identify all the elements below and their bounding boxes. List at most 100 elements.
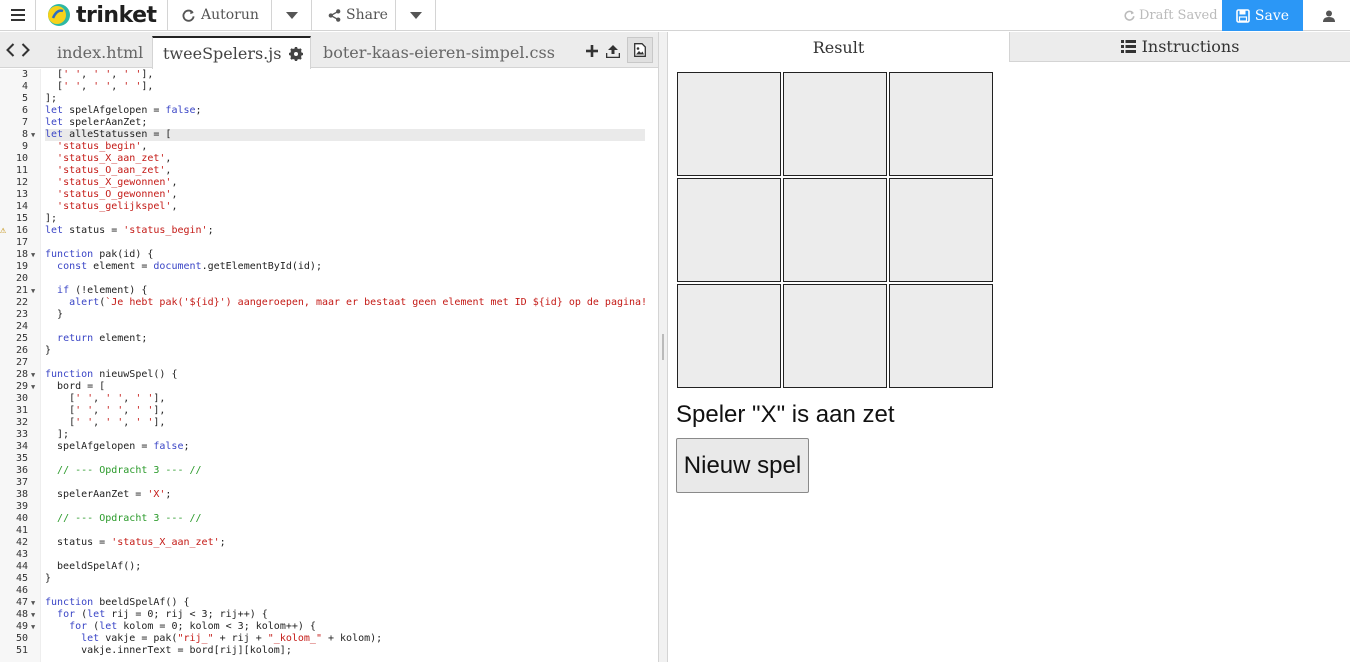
code-line[interactable]: 11 'status_O_aan_zet',: [0, 165, 658, 177]
tab-label: boter-kaas-eieren-simpel.css: [323, 42, 555, 62]
autorun-dropdown[interactable]: [272, 0, 312, 30]
tab-tweespelers-js[interactable]: tweeSpelers.js: [152, 36, 311, 69]
tab-instructions[interactable]: Instructions: [1010, 32, 1350, 62]
code-line[interactable]: 48 ▼ for (let rij = 0; rij < 3; rij++) {: [0, 609, 658, 621]
fold-arrow-icon[interactable]: ▼: [31, 597, 35, 609]
code-line[interactable]: 5];: [0, 93, 658, 105]
tab-index-html[interactable]: index.html: [47, 36, 153, 68]
code-line[interactable]: 38 spelerAanZet = 'X';: [0, 489, 658, 501]
code-line[interactable]: 22 alert(`Je hebt pak('${id}') aangeroep…: [0, 297, 658, 309]
next-file-button[interactable]: [15, 32, 35, 68]
line-number: 39: [15, 501, 28, 512]
board-cell-0-1[interactable]: [783, 72, 887, 176]
code-line[interactable]: 4 [' ', ' ', ' '],: [0, 81, 658, 93]
line-number: 24: [15, 321, 28, 332]
image-library-button[interactable]: [627, 37, 653, 63]
code-line[interactable]: 43: [0, 549, 658, 561]
code-line[interactable]: 15];: [0, 213, 658, 225]
code-line[interactable]: 20: [0, 273, 658, 285]
code-line[interactable]: 14 'status_gelijkspel',: [0, 201, 658, 213]
code-line[interactable]: 51 vakje.innerText = bord[rij][kolom];: [0, 645, 658, 657]
code-line[interactable]: 49 ▼ for (let kolom = 0; kolom < 3; kolom…: [0, 621, 658, 633]
code-line[interactable]: 40 // --- Opdracht 3 --- //: [0, 513, 658, 525]
file-settings-button[interactable]: [289, 46, 303, 65]
tab-result[interactable]: Result: [668, 32, 1010, 62]
autorun-button[interactable]: Autorun: [168, 0, 272, 30]
code-line[interactable]: 32 [' ', ' ', ' '],: [0, 417, 658, 429]
code-text: // --- Opdracht 3 --- //: [57, 465, 202, 476]
fold-arrow-icon[interactable]: ▼: [31, 381, 35, 393]
user-icon: [1323, 10, 1335, 22]
board-cell-1-0[interactable]: [677, 178, 781, 282]
code-line[interactable]: 28 ▼ function nieuwSpel() {: [0, 369, 658, 381]
board-cell-2-1[interactable]: [783, 284, 887, 388]
code-line[interactable]: 44 beeldSpelAf();: [0, 561, 658, 573]
tab-boter-kaas-eieren-css[interactable]: boter-kaas-eieren-simpel.css: [313, 36, 565, 68]
code-line[interactable]: 26}: [0, 345, 658, 357]
code-line[interactable]: 23 }: [0, 309, 658, 321]
fold-arrow-icon[interactable]: ▼: [31, 129, 35, 141]
code-line[interactable]: 47 ▼ function beeldSpelAf() {: [0, 597, 658, 609]
code-line[interactable]: 46: [0, 585, 658, 597]
code-line[interactable]: 24: [0, 321, 658, 333]
code-line[interactable]: 39: [0, 501, 658, 513]
code-line[interactable]: 13 'status_O_gewonnen',: [0, 189, 658, 201]
code-area[interactable]: 3 [' ', ' ', ' '], 4 [' ', ' ', ' '], 5]; 6…: [0, 69, 658, 662]
line-number: 32: [15, 417, 28, 428]
code-line[interactable]: 34 spelAfgelopen = false;: [0, 441, 658, 453]
add-file-button[interactable]: [581, 40, 603, 62]
share-dropdown[interactable]: [396, 0, 436, 30]
code-line[interactable]: 21 ▼ if (!element) {: [0, 285, 658, 297]
code-line[interactable]: 12 'status_X_gewonnen',: [0, 177, 658, 189]
code-line[interactable]: 31 [' ', ' ', ' '],: [0, 405, 658, 417]
fold-arrow-icon[interactable]: ▼: [31, 249, 35, 261]
code-text: let status = 'status_begin';: [45, 225, 214, 236]
code-line[interactable]: 6 let spelAfgelopen = false;: [0, 105, 658, 117]
code-line[interactable]: 27: [0, 357, 658, 369]
board-cell-2-0[interactable]: [677, 284, 781, 388]
code-line[interactable]: 50 let vakje = pak("rij_" + rij + "_kolo…: [0, 633, 658, 645]
fold-arrow-icon[interactable]: ▼: [31, 369, 35, 381]
code-line[interactable]: 30 [' ', ' ', ' '],: [0, 393, 658, 405]
line-number: 22: [15, 297, 28, 308]
user-menu[interactable]: [1314, 0, 1344, 31]
draft-status-label: Draft Saved: [1139, 8, 1218, 23]
code-line[interactable]: 33 ];: [0, 429, 658, 441]
board-cell-0-2[interactable]: [889, 72, 993, 176]
code-line[interactable]: 18 ▼ function pak(id) {: [0, 249, 658, 261]
game-status-text: Speler "X" is aan zet: [676, 401, 895, 428]
trinket-logo[interactable]: trinket: [36, 0, 168, 30]
code-line[interactable]: 42 status = 'status_X_aan_zet';: [0, 537, 658, 549]
board-cell-2-2[interactable]: [889, 284, 993, 388]
share-button[interactable]: Share: [312, 0, 396, 30]
fold-arrow-icon[interactable]: ▼: [31, 609, 35, 621]
upload-file-button[interactable]: [602, 40, 624, 62]
code-line[interactable]: 3 [' ', ' ', ' '],: [0, 69, 658, 81]
code-line[interactable]: 37: [0, 477, 658, 489]
board-cell-1-1[interactable]: [783, 178, 887, 282]
caret-down-icon: [285, 11, 298, 19]
menu-button[interactable]: [0, 0, 36, 30]
code-line[interactable]: 25 return element;: [0, 333, 658, 345]
save-button[interactable]: Save: [1222, 0, 1303, 31]
code-line[interactable]: 29 ▼ bord = [: [0, 381, 658, 393]
fold-arrow-icon[interactable]: ▼: [31, 285, 35, 297]
code-line[interactable]: 45}: [0, 573, 658, 585]
board-cell-1-2[interactable]: [889, 178, 993, 282]
code-line[interactable]: 7 let spelerAanZet;: [0, 117, 658, 129]
new-game-button[interactable]: Nieuw spel: [676, 438, 809, 493]
code-text: status = 'status_X_aan_zet';: [45, 537, 226, 548]
code-line[interactable]: 17: [0, 237, 658, 249]
code-line[interactable]: 41: [0, 525, 658, 537]
code-line[interactable]: 10 'status_X_aan_zet',: [0, 153, 658, 165]
code-line[interactable]: 9 'status_begin',: [0, 141, 658, 153]
code-line[interactable]: 8 ▼ let alleStatussen = [: [0, 129, 658, 141]
panel-splitter[interactable]: [658, 32, 668, 662]
code-line[interactable]: 35: [0, 453, 658, 465]
code-line[interactable]: 19 const element = document.getElementBy…: [0, 261, 658, 273]
board-cell-0-0[interactable]: [677, 72, 781, 176]
code-line[interactable]: ⚠ 16 let status = 'status_begin';: [0, 225, 658, 237]
result-panel: Result Instructions Speler "X" is aan ze…: [668, 32, 1350, 662]
code-line[interactable]: 36 // --- Opdracht 3 --- //: [0, 465, 658, 477]
fold-arrow-icon[interactable]: ▼: [31, 621, 35, 633]
